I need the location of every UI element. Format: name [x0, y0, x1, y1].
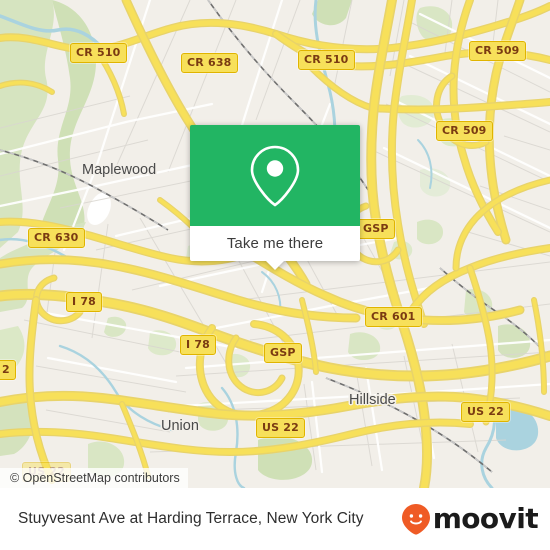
map-canvas[interactable]: .rd { fill:none; stroke:#f7e05a; stroke-…: [0, 0, 550, 488]
route-shield-cr-601: CR 601: [365, 307, 422, 327]
place-label: Hillside: [349, 392, 396, 408]
route-shield-cr-630: CR 630: [28, 228, 85, 248]
callout-footer[interactable]: Take me there: [190, 226, 360, 270]
attribution-text: © OpenStreetMap contributors: [10, 471, 180, 485]
map-attribution[interactable]: © OpenStreetMap contributors: [0, 468, 188, 488]
location-pin-icon: [250, 145, 300, 207]
route-shield-i-78: I 78: [180, 335, 217, 355]
footer-inner: Stuyvesant Ave at Harding Terrace, New Y…: [0, 488, 550, 550]
take-me-there-label: Take me there: [226, 235, 324, 252]
footer-bar: Stuyvesant Ave at Harding Terrace, New Y…: [0, 488, 550, 550]
place-label: Maplewood: [82, 162, 157, 178]
route-shield-cr-510: CR 510: [70, 43, 127, 63]
route-shield-i-78: I 78: [66, 292, 103, 312]
route-shield-gsp: GSP: [357, 219, 395, 239]
moovit-logo[interactable]: moovit: [401, 502, 539, 535]
route-shield-cr-509: CR 509: [469, 41, 526, 61]
callout-tail: [265, 260, 285, 270]
callout-header: [190, 125, 360, 226]
location-callout-card[interactable]: Take me there: [190, 125, 360, 270]
moovit-pin-icon: [401, 504, 430, 535]
screenshot-root: .rd { fill:none; stroke:#f7e05a; stroke-…: [0, 0, 550, 550]
moovit-wordmark: moovit: [432, 502, 539, 535]
route-shield-cr-509: CR 509: [436, 121, 493, 141]
route-shield-cr-510: CR 510: [298, 50, 355, 70]
route-shield-gsp: GSP: [264, 343, 302, 363]
route-shield-partial: 2: [0, 360, 16, 380]
route-shield-cr-638: CR 638: [181, 53, 238, 73]
place-label: Union: [161, 418, 199, 434]
route-shield-us-22: US 22: [256, 418, 305, 438]
location-title: Stuyvesant Ave at Harding Terrace, New Y…: [18, 510, 364, 527]
route-shield-us-22: US 22: [461, 402, 510, 422]
